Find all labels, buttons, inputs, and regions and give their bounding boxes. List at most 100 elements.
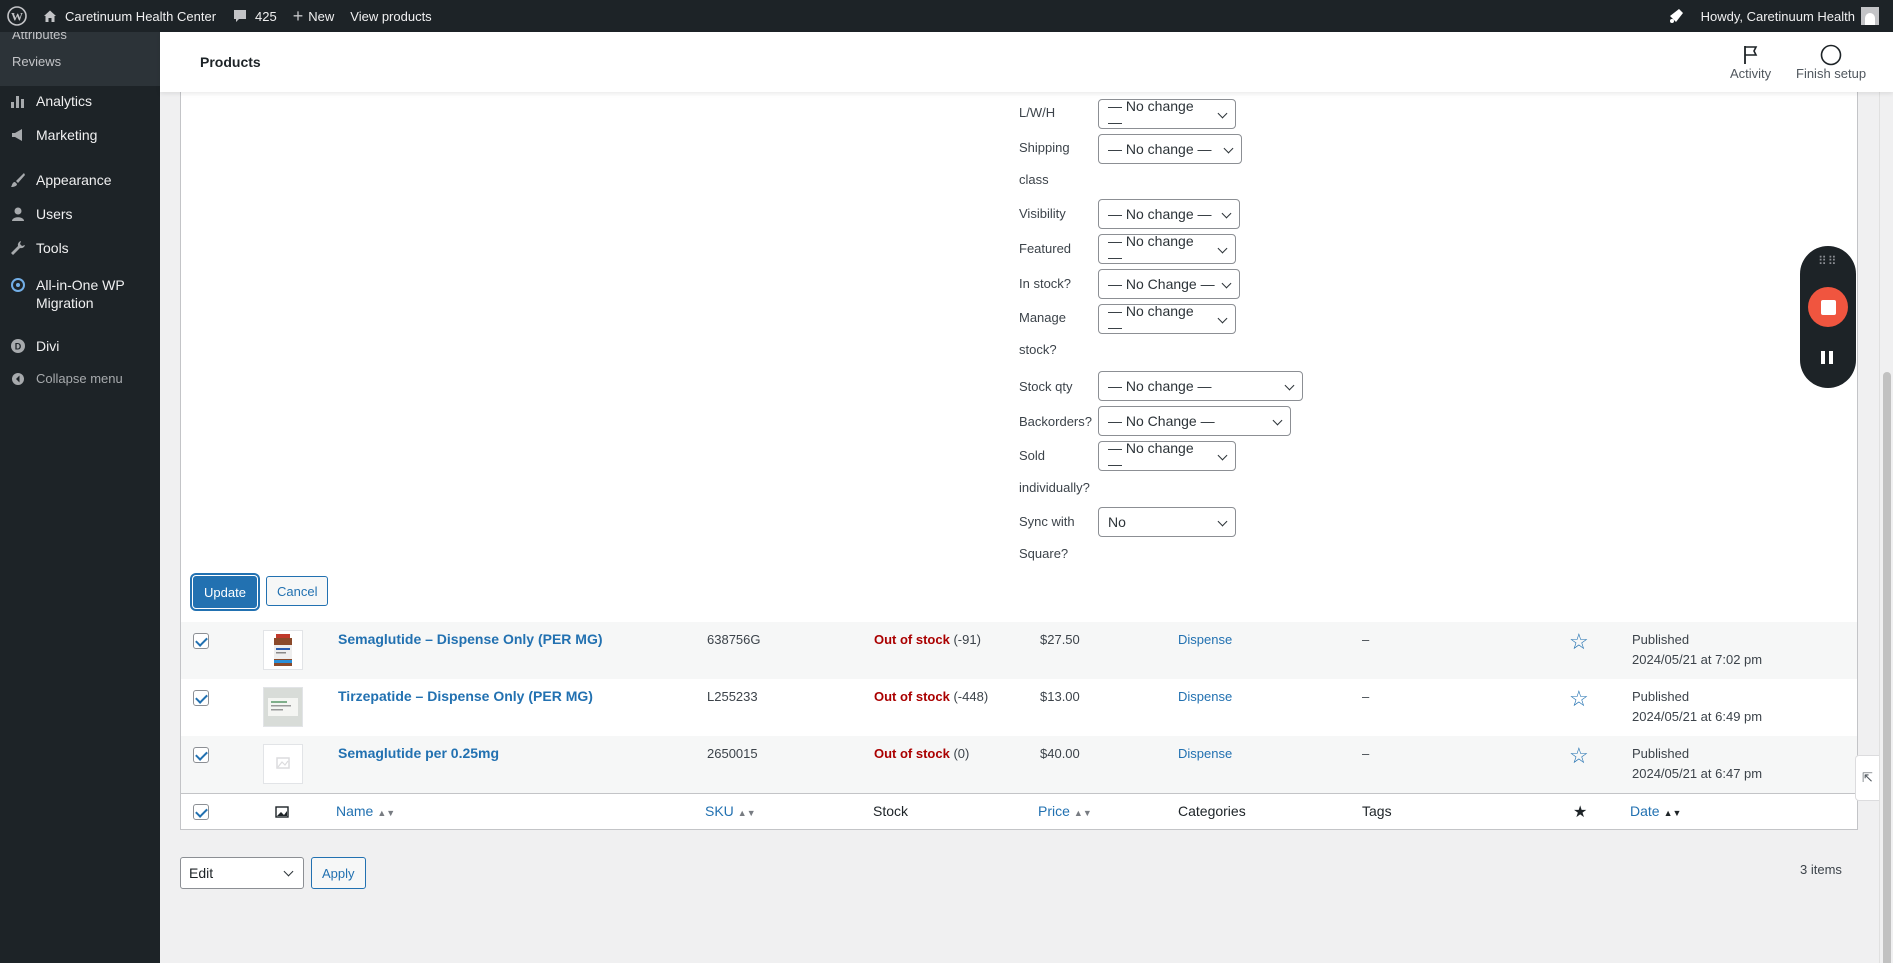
shipping-class-select[interactable]: — No change — (1098, 134, 1242, 164)
product-name-link[interactable]: Semaglutide – Dispense Only (PER MG) (338, 631, 603, 647)
site-name-link[interactable]: Caretinuum Health Center (34, 0, 224, 32)
sidebar-item-label: Tools (36, 240, 69, 256)
row-checkbox[interactable] (193, 633, 209, 649)
sidebar-item-divi[interactable]: D Divi (0, 338, 160, 354)
product-name-link[interactable]: Tirzepatide – Dispense Only (PER MG) (338, 688, 593, 704)
my-account-link[interactable]: Howdy, Caretinuum Health (1693, 0, 1893, 32)
product-price: $27.50 (1040, 632, 1080, 647)
users-icon (9, 206, 27, 222)
column-header-date[interactable]: Date ▲▼ (1630, 803, 1681, 819)
table-row: Tirzepatide – Dispense Only (PER MG) L25… (180, 679, 1858, 736)
sold-individually-select[interactable]: — No change — (1098, 440, 1236, 472)
notification-icon[interactable] (1659, 0, 1693, 32)
tags-cell: – (1362, 632, 1370, 647)
sidebar-item-tools[interactable]: Tools (0, 240, 160, 256)
column-header-name[interactable]: Name ▲▼ (336, 803, 395, 819)
stock-status: Out of stock (874, 632, 950, 647)
featured-select[interactable]: — No change — (1098, 233, 1236, 265)
cancel-button[interactable]: Cancel (266, 576, 329, 606)
stock-qty-select[interactable]: — No change — (1098, 371, 1303, 401)
lwh-select[interactable]: — No change — (1098, 98, 1236, 130)
backorders-select[interactable]: — No Change — (1098, 406, 1291, 436)
manage-stock-select[interactable]: — No change — (1098, 303, 1236, 335)
sidebar-item-label: Appearance (36, 172, 112, 188)
plus-icon: + (292, 5, 304, 26)
side-panel-toggle-icon[interactable]: ⇱ (1855, 755, 1879, 801)
row-checkbox[interactable] (193, 747, 209, 763)
bulk-action-select[interactable]: Edit (180, 857, 304, 889)
column-name-label: Name (336, 803, 374, 819)
home-icon (44, 10, 56, 22)
tags-cell: – (1362, 689, 1370, 704)
update-button[interactable]: Update (193, 576, 257, 608)
stop-recording-button[interactable] (1808, 287, 1848, 327)
pause-recording-button[interactable] (1821, 351, 1833, 364)
column-header-sku[interactable]: SKU ▲▼ (705, 803, 756, 819)
screen-recorder-widget: ⠿⠿ (1800, 246, 1856, 388)
divi-icon: D (9, 338, 27, 354)
paintbrush-icon (9, 172, 27, 188)
product-sku: L255233 (707, 689, 758, 704)
image-column-icon (275, 805, 289, 822)
scrollbar-thumb[interactable] (1883, 372, 1891, 963)
activity-button[interactable]: Activity (1730, 44, 1771, 81)
column-header-stock: Stock (873, 803, 909, 819)
stock-cell: Out of stock (0) (874, 746, 969, 761)
svg-text:D: D (15, 342, 22, 352)
product-thumbnail-placeholder[interactable] (263, 744, 303, 784)
sidebar-item-users[interactable]: Users (0, 206, 160, 222)
category-link[interactable]: Dispense (1178, 689, 1232, 704)
product-price: $40.00 (1040, 746, 1080, 761)
sidebar-item-appearance[interactable]: Appearance (0, 172, 160, 188)
finish-setup-label: Finish setup (1796, 66, 1867, 81)
field-label-featured: Featured (1019, 241, 1072, 256)
field-label-sold-individually: Sold individually? (1019, 448, 1090, 495)
featured-star-icon[interactable]: ☆ (1569, 686, 1589, 712)
comments-link[interactable]: 425 (224, 0, 285, 32)
apply-button[interactable]: Apply (311, 857, 366, 889)
category-link[interactable]: Dispense (1178, 746, 1232, 761)
category-link[interactable]: Dispense (1178, 632, 1232, 647)
new-label: New (308, 8, 335, 24)
field-label-sync-square: Sync with Square? (1019, 514, 1075, 561)
migration-icon (9, 277, 27, 293)
sidebar-item-label: All-in-One WP Migration (36, 277, 125, 311)
wordpress-logo-icon[interactable]: W (0, 0, 34, 32)
sidebar-item-marketing[interactable]: Marketing (0, 127, 160, 143)
field-label-visibility: Visibility (1019, 206, 1066, 221)
sidebar-item-all-in-one-migration[interactable]: All-in-One WP Migration (0, 276, 160, 312)
sidebar-item-label: Analytics (36, 93, 93, 109)
table-footer-header: Name ▲▼ SKU ▲▼ Stock Price ▲▼ Categories Ta… (180, 793, 1858, 830)
product-thumbnail[interactable] (263, 687, 303, 727)
finish-setup-button[interactable]: Finish setup (1796, 44, 1866, 81)
page-scrollbar[interactable] (1879, 32, 1893, 963)
featured-star-icon[interactable]: ☆ (1569, 743, 1589, 769)
select-all-checkbox[interactable] (193, 804, 209, 820)
page-header: Products Activity Finish setup (160, 32, 1893, 92)
in-stock-select[interactable]: — No Change — (1098, 269, 1240, 299)
product-name-link[interactable]: Semaglutide per 0.25mg (338, 745, 499, 761)
column-header-price[interactable]: Price ▲▼ (1038, 803, 1092, 819)
admin-sidebar: Attributes Reviews Analytics Marketing A… (0, 32, 160, 963)
new-content-link[interactable]: + New (285, 0, 343, 32)
featured-column-star-icon: ★ (1573, 804, 1588, 821)
row-checkbox[interactable] (193, 690, 209, 706)
featured-star-icon[interactable]: ☆ (1569, 629, 1589, 655)
collapse-menu-button[interactable]: Collapse menu (0, 371, 160, 386)
sync-square-select[interactable]: No (1098, 507, 1236, 537)
admin-bar: W Caretinuum Health Center 425 + New Vie… (0, 0, 1893, 32)
field-label-lwh: L/W/H (1019, 105, 1056, 120)
flag-icon (1742, 44, 1760, 66)
product-sku: 638756G (707, 632, 761, 647)
visibility-select[interactable]: — No change — (1098, 199, 1240, 229)
column-price-label: Price (1038, 803, 1070, 819)
view-products-link[interactable]: View products (342, 0, 439, 32)
collapse-arrow-icon (9, 372, 27, 386)
submenu-item-reviews[interactable]: Reviews (12, 54, 61, 69)
drag-handle-icon[interactable]: ⠿⠿ (1818, 254, 1838, 268)
submenu-item-attributes[interactable]: Attributes (12, 32, 67, 42)
sidebar-item-label: Marketing (36, 127, 98, 143)
bar-chart-icon (9, 93, 27, 109)
product-thumbnail[interactable] (263, 630, 303, 670)
sidebar-item-analytics[interactable]: Analytics (0, 93, 160, 109)
